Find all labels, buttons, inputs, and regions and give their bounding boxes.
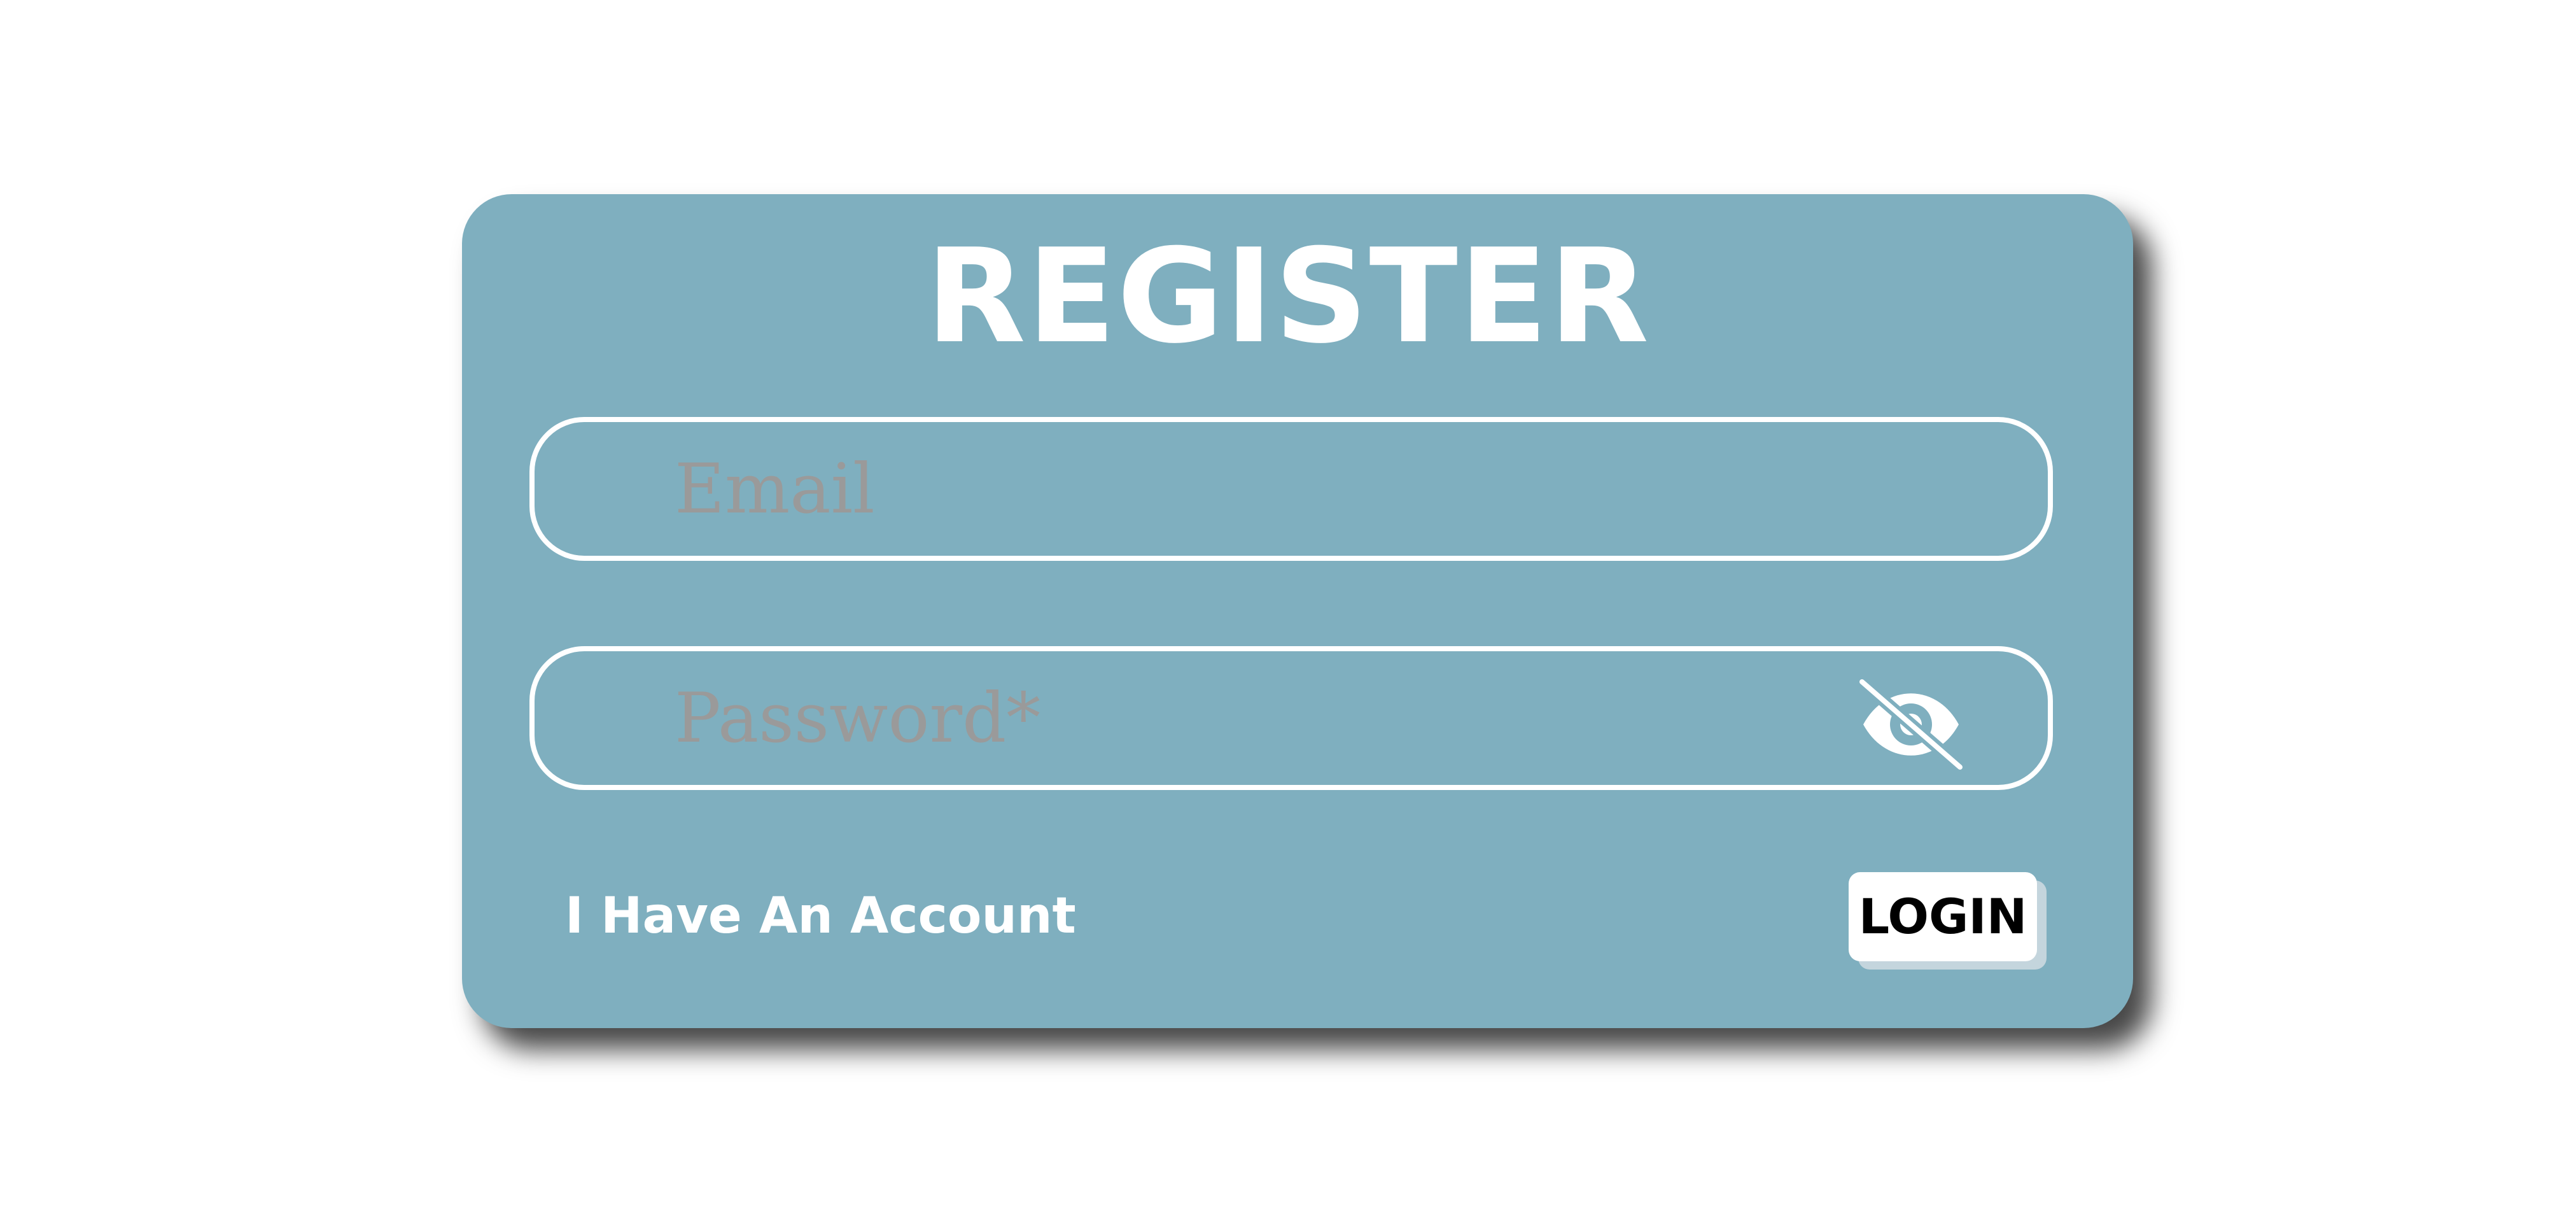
eye-slash-icon[interactable] bbox=[1857, 677, 1965, 772]
page-title: REGISTER bbox=[925, 222, 1651, 372]
email-field-container bbox=[529, 417, 2053, 561]
have-account-link[interactable]: I Have An Account bbox=[565, 891, 1076, 941]
login-button[interactable]: LOGIN bbox=[1849, 872, 2037, 961]
password-field-container bbox=[529, 646, 2053, 790]
password-field[interactable] bbox=[675, 651, 1884, 785]
page: REGISTER I Have An Account LOGIN bbox=[0, 0, 2576, 1214]
email-field[interactable] bbox=[675, 422, 1884, 556]
